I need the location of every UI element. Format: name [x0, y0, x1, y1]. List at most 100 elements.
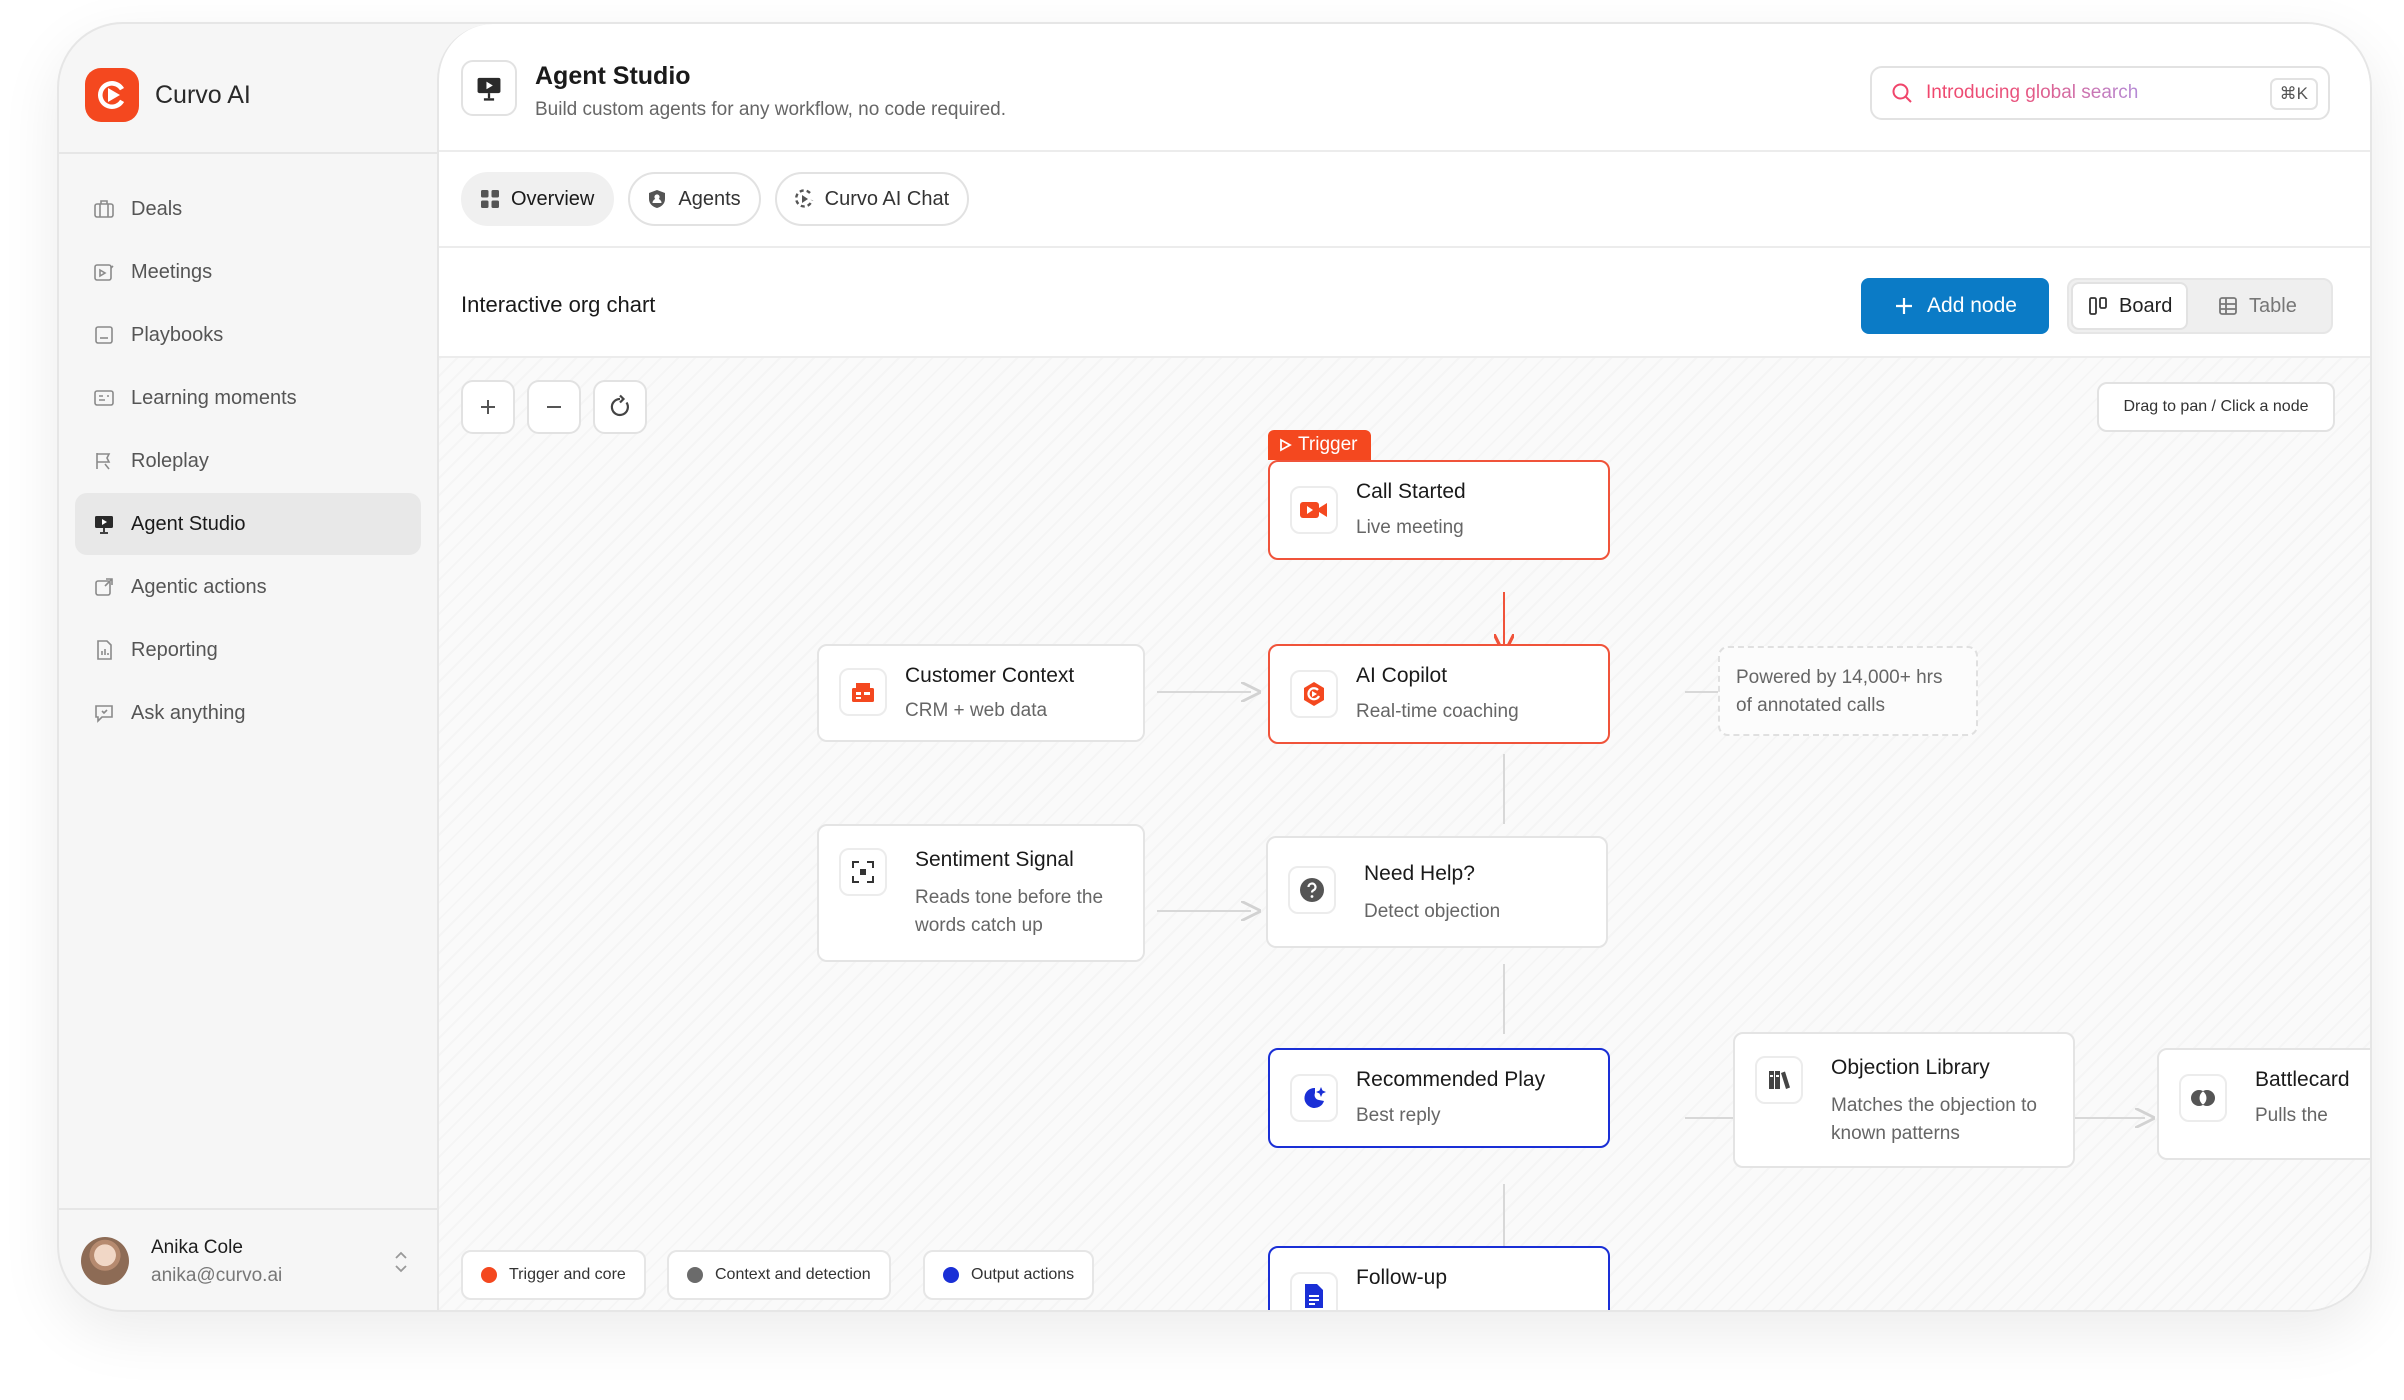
sidebar-divider [59, 152, 437, 154]
tab-agents[interactable]: Agents [628, 172, 761, 226]
refresh-icon [610, 394, 629, 417]
sidebar-item-label: Reporting [131, 638, 218, 661]
reset-view-button[interactable] [593, 380, 647, 434]
library-books-icon [1755, 1056, 1803, 1104]
node-subtitle: Detect objection [1364, 901, 1501, 922]
avatar [81, 1237, 129, 1285]
sidebar-item-label: Deals [131, 197, 183, 220]
section-title: Interactive org chart [461, 292, 656, 317]
presentation-icon [95, 516, 113, 534]
play-outline-icon [1280, 438, 1292, 452]
org-chart-canvas[interactable]: Drag to pan / Click a node Trigger Call … [439, 358, 2370, 1310]
battle-icon [2179, 1074, 2227, 1122]
user-name: Anika Cole [151, 1237, 243, 1258]
node-need-help[interactable]: Need Help? Detect objection [1266, 836, 1608, 948]
search-input[interactable]: Introducing global search [1926, 82, 2138, 104]
sidebar-item-agent-studio[interactable]: Agent Studio [75, 493, 421, 555]
divider [439, 246, 2370, 248]
sidebar-item-label: Agent Studio [131, 512, 246, 535]
sidebar-item-label: Learning moments [131, 386, 297, 409]
node-subtitle: Matches the objection to known patterns [1831, 1095, 2037, 1144]
table-view-label: Table [2249, 294, 2297, 317]
learning-icon [94, 390, 114, 406]
node-objection-library[interactable]: Objection Library Matches the objection … [1733, 1032, 2075, 1168]
curvo-ai-icon [794, 189, 813, 208]
sidebar: Curvo AI Deals Meetings Playbooks Learni… [59, 24, 437, 1310]
legend-dot [687, 1267, 703, 1283]
user-profile[interactable]: Anika Cole anika@curvo.ai [59, 1208, 437, 1310]
node-title: Battlecard [2255, 1068, 2350, 1091]
chevron-up-down-icon[interactable] [391, 1248, 411, 1276]
sidebar-item-label: Playbooks [131, 323, 224, 346]
crm-data-icon [839, 668, 887, 716]
node-title: Follow-up [1356, 1266, 1448, 1289]
keyboard-shortcut: ⌘K [2269, 78, 2318, 110]
report-icon [97, 640, 112, 660]
sidebar-item-learning-moments[interactable]: Learning moments [75, 367, 421, 429]
node-subtitle: CRM + web data [905, 700, 1048, 721]
node-subtitle: Live meeting [1356, 517, 1464, 538]
node-title: Call Started [1356, 480, 1466, 503]
brand-name: Curvo AI [155, 80, 251, 109]
sidebar-item-label: Meetings [131, 260, 213, 283]
sidebar-item-roleplay[interactable]: Roleplay [75, 430, 421, 492]
sidebar-item-agentic-actions[interactable]: Agentic actions [75, 556, 421, 618]
main-panel: Agent Studio Build custom agents for any… [437, 24, 2370, 1310]
tab-label: Overview [511, 187, 595, 210]
agentic-actions-icon [95, 578, 113, 596]
user-email: anika@curvo.ai [151, 1265, 283, 1286]
shield-user-icon [649, 190, 666, 208]
legend-label: Trigger and core [509, 1266, 626, 1283]
search-icon [1892, 83, 1912, 103]
trigger-tag-label: Trigger [1298, 434, 1358, 455]
sidebar-item-meetings[interactable]: Meetings [75, 241, 421, 303]
node-title: Recommended Play [1356, 1068, 1546, 1091]
node-call-started[interactable]: Call Started Live meeting [1268, 460, 1610, 560]
view-toggle: Board Table [2067, 278, 2333, 334]
legend-trigger-core: Trigger and core [461, 1250, 646, 1300]
canvas-hint: Drag to pan / Click a node [2097, 382, 2335, 432]
node-follow-up[interactable]: Follow-up [1268, 1246, 1610, 1310]
legend-label: Context and detection [715, 1266, 871, 1283]
minus-icon [547, 406, 561, 408]
page-subtitle: Build custom agents for any workflow, no… [535, 99, 1007, 120]
chat-icon [95, 705, 113, 723]
sidebar-item-deals[interactable]: Deals [75, 178, 421, 240]
meeting-icon [94, 264, 114, 281]
node-customer-context[interactable]: Customer Context CRM + web data [817, 644, 1145, 742]
tab-curvo-ai-chat[interactable]: Curvo AI Chat [774, 172, 970, 226]
brand[interactable]: Curvo AI [85, 68, 251, 122]
sidebar-nav: Deals Meetings Playbooks Learning moment… [75, 178, 421, 745]
node-ai-copilot[interactable]: AI Copilot Real-time coaching [1268, 644, 1610, 744]
node-recommended-play[interactable]: Recommended Play Best reply [1268, 1048, 1610, 1148]
node-subtitle: Best reply [1356, 1105, 1441, 1126]
board-icon [2089, 297, 2107, 315]
plus-icon [481, 400, 495, 414]
info-note: Powered by 14,000+ hrs of annotated call… [1718, 646, 1978, 736]
sidebar-item-label: Ask anything [131, 701, 246, 724]
video-camera-icon [1290, 486, 1338, 534]
sparkle-brain-icon [1290, 1074, 1338, 1122]
table-icon [2219, 297, 2237, 315]
sidebar-item-ask-anything[interactable]: Ask anything [75, 682, 421, 744]
node-battlecard[interactable]: Battlecard Pulls the [2157, 1048, 2370, 1160]
sidebar-item-label: Roleplay [131, 449, 209, 472]
playbook-icon [95, 326, 113, 344]
sidebar-item-reporting[interactable]: Reporting [75, 619, 421, 681]
add-node-button[interactable]: Add node [1861, 278, 2049, 334]
tab-overview[interactable]: Overview [461, 172, 615, 226]
zoom-out-button[interactable] [527, 380, 581, 434]
zoom-in-button[interactable] [461, 380, 515, 434]
app-window: Curvo AI Deals Meetings Playbooks Learni… [57, 22, 2372, 1312]
sidebar-item-playbooks[interactable]: Playbooks [75, 304, 421, 366]
question-icon [1288, 866, 1336, 914]
node-sentiment-signal[interactable]: Sentiment Signal Reads tone before the w… [817, 824, 1145, 962]
global-search[interactable]: Introducing global search ⌘K [1870, 66, 2330, 120]
node-title: Sentiment Signal [915, 848, 1074, 871]
board-view-button[interactable]: Board [2071, 282, 2189, 330]
ai-copilot-icon [1290, 670, 1338, 718]
node-subtitle: Pulls the [2255, 1105, 2328, 1126]
table-view-button[interactable]: Table [2203, 282, 2311, 330]
legend-dot [943, 1267, 959, 1283]
legend-output-actions: Output actions [923, 1250, 1095, 1300]
